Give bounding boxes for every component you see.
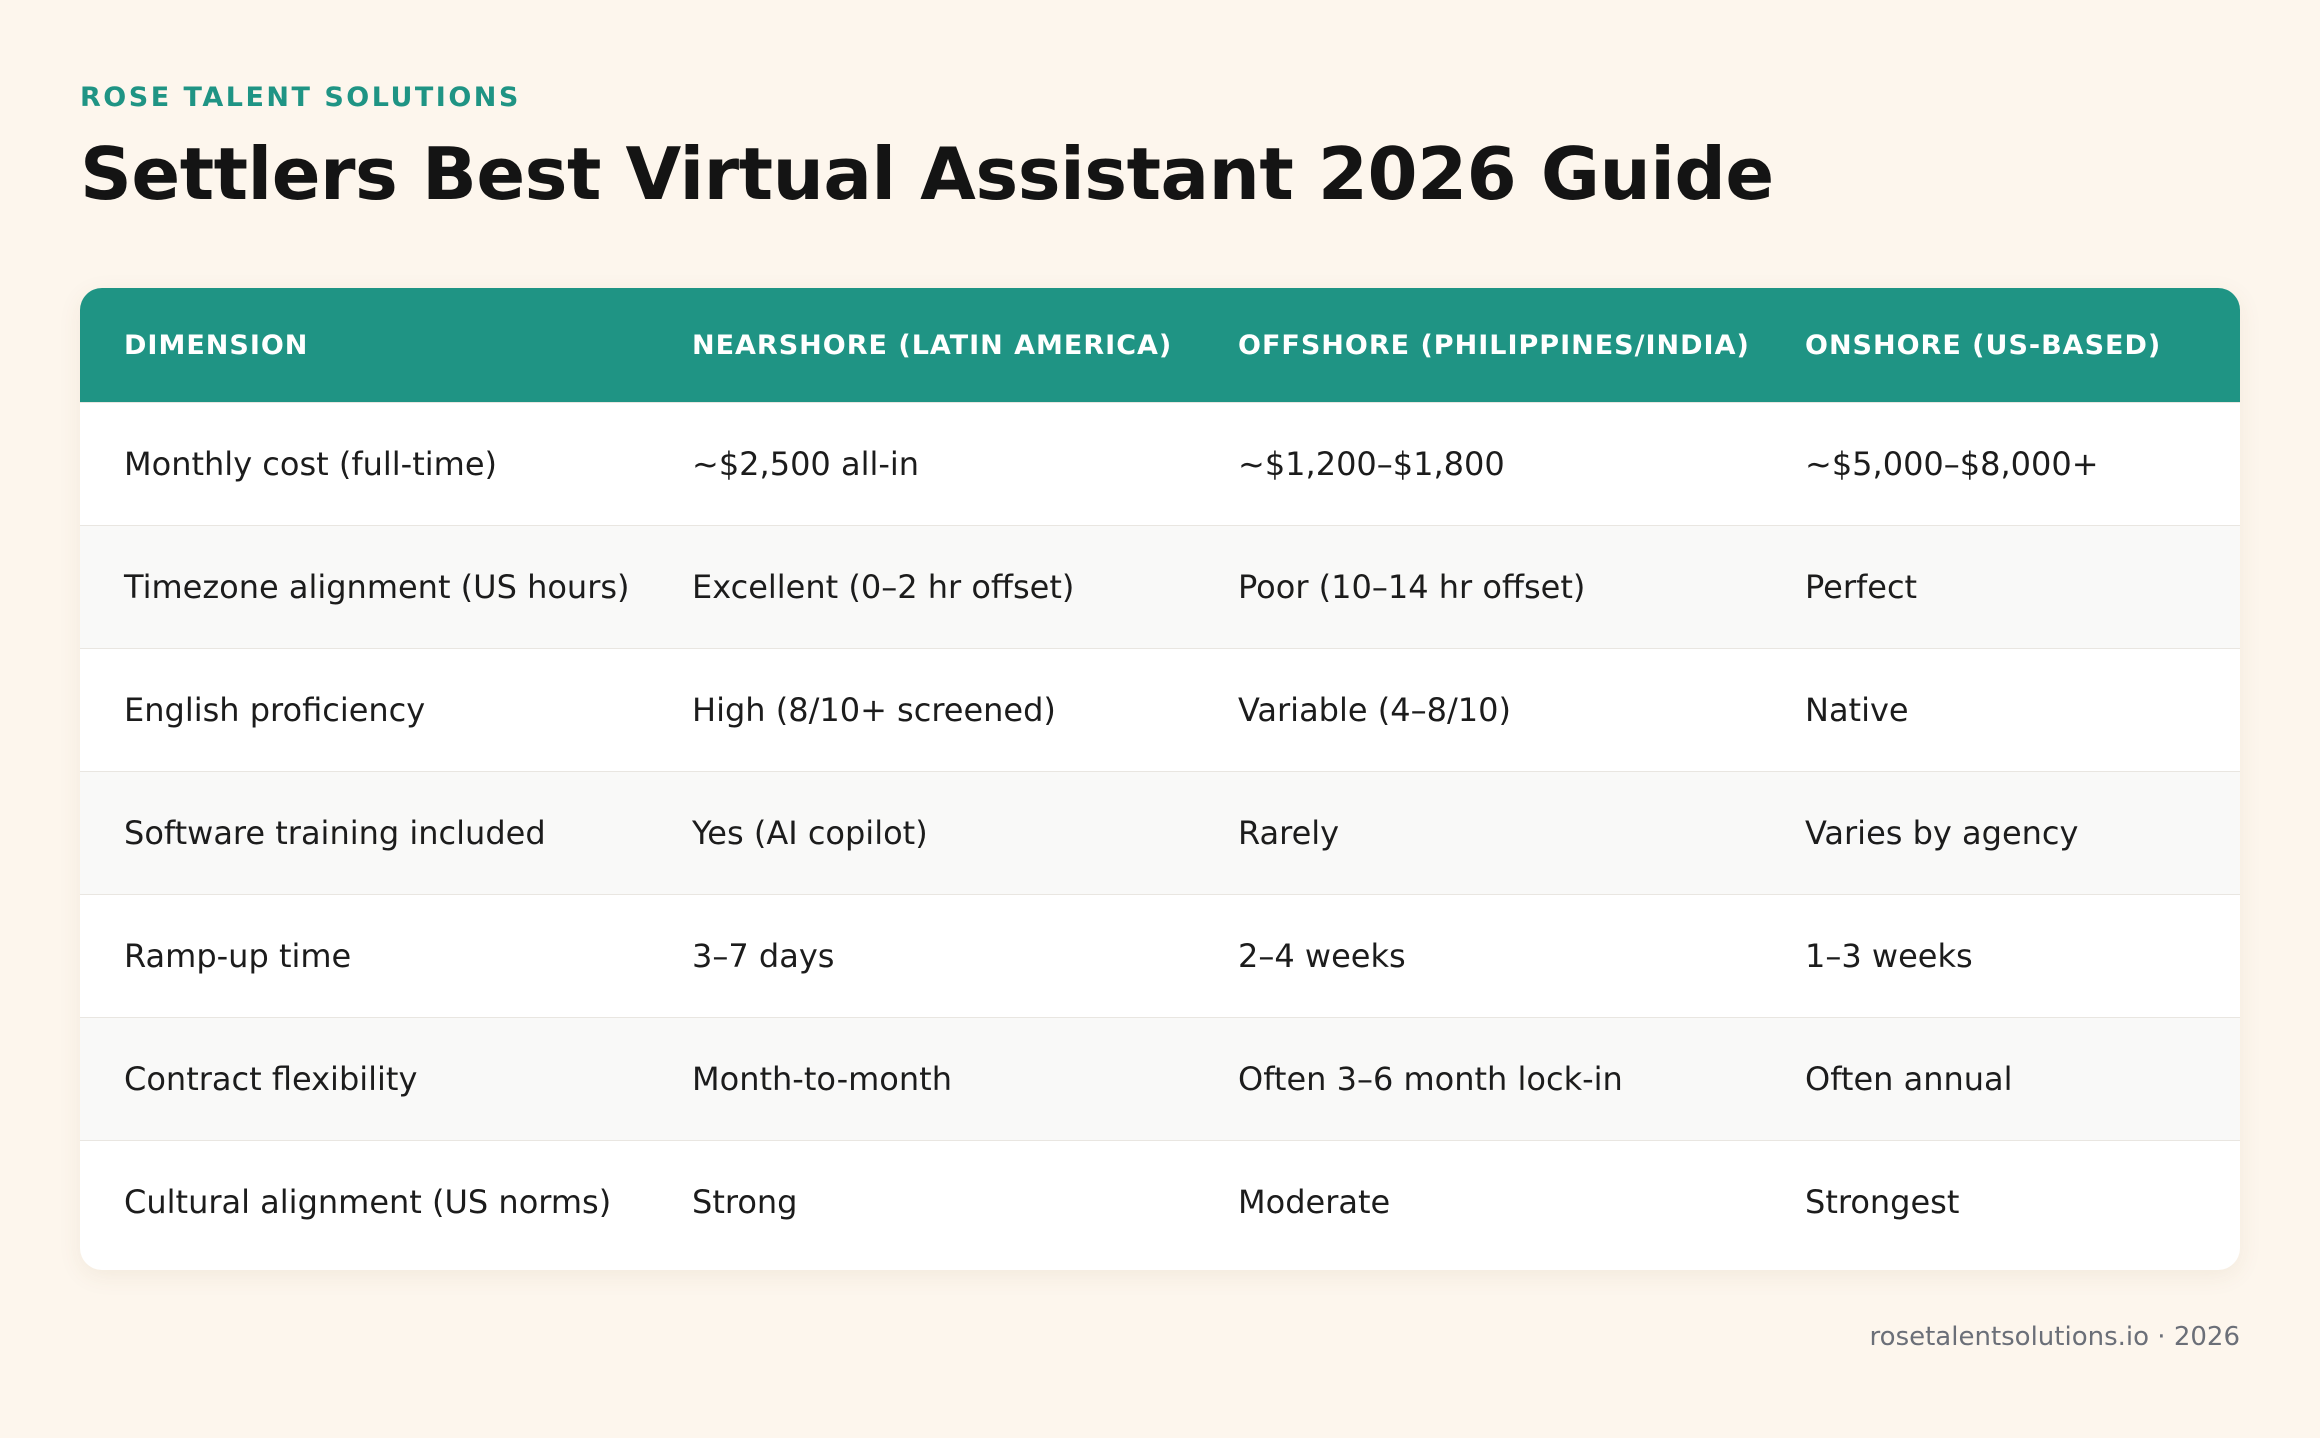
cell-dimension: Software training included: [124, 814, 546, 852]
column-header-nearshore: NEARSHORE (LATIN AMERICA): [692, 329, 1173, 361]
cell-offshore: Rarely: [1238, 814, 1340, 852]
cell-dimension: Cultural alignment (US norms): [124, 1183, 612, 1221]
cell-dimension: Contract flexibility: [124, 1060, 418, 1098]
cell-offshore: Variable (4–8/10): [1238, 691, 1511, 729]
cell-nearshore: High (8/10+ screened): [692, 691, 1056, 729]
column-header-dimension: DIMENSION: [124, 329, 309, 361]
cell-offshore: Poor (10–14 hr offset): [1238, 568, 1586, 606]
cell-dimension: English proficiency: [124, 691, 426, 729]
table-header: DIMENSION NEARSHORE (LATIN AMERICA) OFFS…: [80, 288, 2240, 402]
cell-dimension: Ramp-up time: [124, 937, 352, 975]
cell-nearshore: Excellent (0–2 hr offset): [692, 568, 1075, 606]
cell-offshore: Moderate: [1238, 1183, 1391, 1221]
table-row: Monthly cost (full-time) ~$2,500 all-in …: [80, 402, 2240, 525]
page-title: Settlers Best Virtual Assistant 2026 Gui…: [80, 132, 1774, 216]
column-header-onshore: ONSHORE (US-BASED): [1805, 329, 2162, 361]
cell-dimension: Monthly cost (full-time): [124, 445, 497, 483]
cell-dimension: Timezone alignment (US hours): [124, 568, 630, 606]
table-row: English proficiency High (8/10+ screened…: [80, 648, 2240, 771]
brand-label: ROSE TALENT SOLUTIONS: [80, 82, 521, 113]
cell-onshore: Native: [1805, 691, 1909, 729]
cell-onshore: Perfect: [1805, 568, 1918, 606]
table-row: Ramp-up time 3–7 days 2–4 weeks 1–3 week…: [80, 894, 2240, 1017]
table-row: Cultural alignment (US norms) Strong Mod…: [80, 1140, 2240, 1263]
cell-offshore: Often 3–6 month lock-in: [1238, 1060, 1623, 1098]
cell-onshore: Strongest: [1805, 1183, 1960, 1221]
table-row: Timezone alignment (US hours) Excellent …: [80, 525, 2240, 648]
cell-nearshore: Strong: [692, 1183, 798, 1221]
footer-credit: rosetalentsolutions.io · 2026: [1869, 1322, 2240, 1352]
cell-onshore: Often annual: [1805, 1060, 2013, 1098]
column-header-offshore: OFFSHORE (PHILIPPINES/INDIA): [1238, 329, 1750, 361]
cell-offshore: ~$1,200–$1,800: [1238, 445, 1505, 483]
table-row: Contract flexibility Month-to-month Ofte…: [80, 1017, 2240, 1140]
cell-nearshore: Yes (AI copilot): [692, 814, 928, 852]
comparison-table: DIMENSION NEARSHORE (LATIN AMERICA) OFFS…: [80, 288, 2240, 1270]
cell-onshore: Varies by agency: [1805, 814, 2079, 852]
cell-nearshore: 3–7 days: [692, 937, 835, 975]
cell-nearshore: ~$2,500 all-in: [692, 445, 920, 483]
table-row: Software training included Yes (AI copil…: [80, 771, 2240, 894]
cell-offshore: 2–4 weeks: [1238, 937, 1406, 975]
cell-onshore: 1–3 weeks: [1805, 937, 1973, 975]
cell-onshore: ~$5,000–$8,000+: [1805, 445, 2099, 483]
cell-nearshore: Month-to-month: [692, 1060, 952, 1098]
